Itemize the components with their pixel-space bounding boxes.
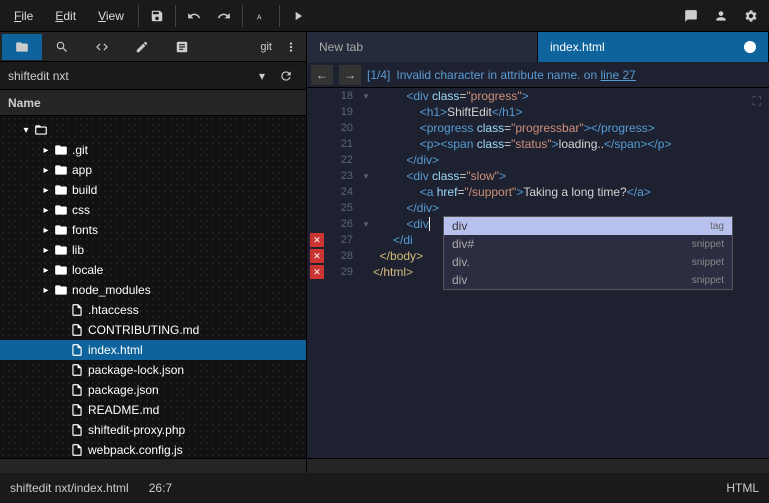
tree-item[interactable]: index.html (0, 340, 306, 360)
more-icon[interactable] (278, 34, 304, 60)
status-position: 26:7 (149, 481, 172, 495)
sidebar: git shiftedit nxt ▾ Name ▾▸.git▸app▸buil… (0, 32, 307, 473)
lint-bar: ← → [1/4] Invalid character in attribute… (307, 62, 769, 88)
tree-item[interactable]: ▸css (0, 200, 306, 220)
tree-item[interactable]: CONTRIBUTING.md (0, 320, 306, 340)
files-tab-icon[interactable] (2, 34, 42, 60)
editor-tabs: New tabindex.html (307, 32, 769, 62)
editor-scrollbar[interactable] (307, 458, 769, 473)
menu-edit[interactable]: Edit (45, 3, 86, 29)
notes-icon[interactable] (162, 34, 202, 60)
lint-line-link[interactable]: line 27 (600, 68, 635, 82)
file-tree: ▾▸.git▸app▸build▸css▸fonts▸lib▸locale▸no… (0, 116, 306, 458)
lint-message: Invalid character in attribute name. on … (396, 68, 636, 82)
font-icon[interactable]: A (247, 3, 275, 29)
statusbar: shiftedit nxt/index.html 26:7 HTML (0, 473, 769, 503)
lint-prev-icon[interactable]: ← (311, 65, 333, 85)
status-path: shiftedit nxt/index.html (10, 481, 129, 495)
tree-item[interactable]: webpack.config.js (0, 440, 306, 458)
git-button[interactable]: git (254, 34, 278, 60)
tree-item[interactable]: ▸node_modules (0, 280, 306, 300)
svg-text:A: A (257, 14, 262, 21)
tree-item[interactable]: .htaccess (0, 300, 306, 320)
tree-item[interactable]: ▸locale (0, 260, 306, 280)
tree-item[interactable]: ▸lib (0, 240, 306, 260)
expand-icon[interactable]: ⛶ (753, 94, 761, 109)
gear-icon[interactable] (737, 3, 765, 29)
sidebar-scrollbar[interactable] (0, 458, 306, 473)
autocomplete-item[interactable]: divtag (444, 217, 732, 235)
lint-next-icon[interactable]: → (339, 65, 361, 85)
menu-file[interactable]: File (4, 3, 43, 29)
autocomplete-item[interactable]: div.snippet (444, 253, 732, 271)
autocomplete-popup: divtagdiv#snippetdiv.snippetdivsnippet (443, 216, 733, 290)
play-icon[interactable] (284, 3, 312, 29)
menu-view[interactable]: View (88, 3, 134, 29)
tree-item[interactable]: package-lock.json (0, 360, 306, 380)
editor-tab[interactable]: New tab (307, 32, 538, 62)
tree-item[interactable]: ▾ (0, 120, 306, 140)
tree-item[interactable]: ▸fonts (0, 220, 306, 240)
menubar: File Edit View A (0, 0, 769, 32)
autocomplete-item[interactable]: div#snippet (444, 235, 732, 253)
status-lang[interactable]: HTML (726, 481, 759, 495)
undo-icon[interactable] (180, 3, 208, 29)
tree-item[interactable]: shiftedit-proxy.php (0, 420, 306, 440)
tree-item[interactable]: README.md (0, 400, 306, 420)
tree-item[interactable]: package.json (0, 380, 306, 400)
tree-item[interactable]: ▸.git (0, 140, 306, 160)
save-icon[interactable] (143, 3, 171, 29)
code-icon[interactable] (82, 34, 122, 60)
user-icon[interactable] (707, 3, 735, 29)
dropdown-icon[interactable]: ▾ (250, 64, 274, 88)
search-icon[interactable] (42, 34, 82, 60)
editor-pane: New tabindex.html ← → [1/4] Invalid char… (307, 32, 769, 473)
project-name: shiftedit nxt (8, 69, 250, 83)
tree-column-header[interactable]: Name (0, 90, 306, 116)
tree-item[interactable]: ▸app (0, 160, 306, 180)
code-editor[interactable]: ✕✕✕ 181920212223242526272829 ▾▾▾ ⛶ <div … (307, 88, 769, 458)
edit-icon[interactable] (122, 34, 162, 60)
editor-tab[interactable]: index.html (538, 32, 769, 62)
tab-dirty-indicator[interactable] (744, 41, 756, 53)
tree-item[interactable]: ▸build (0, 180, 306, 200)
autocomplete-item[interactable]: divsnippet (444, 271, 732, 289)
refresh-icon[interactable] (274, 64, 298, 88)
lint-count: [1/4] (367, 68, 390, 82)
chat-icon[interactable] (677, 3, 705, 29)
redo-icon[interactable] (210, 3, 238, 29)
